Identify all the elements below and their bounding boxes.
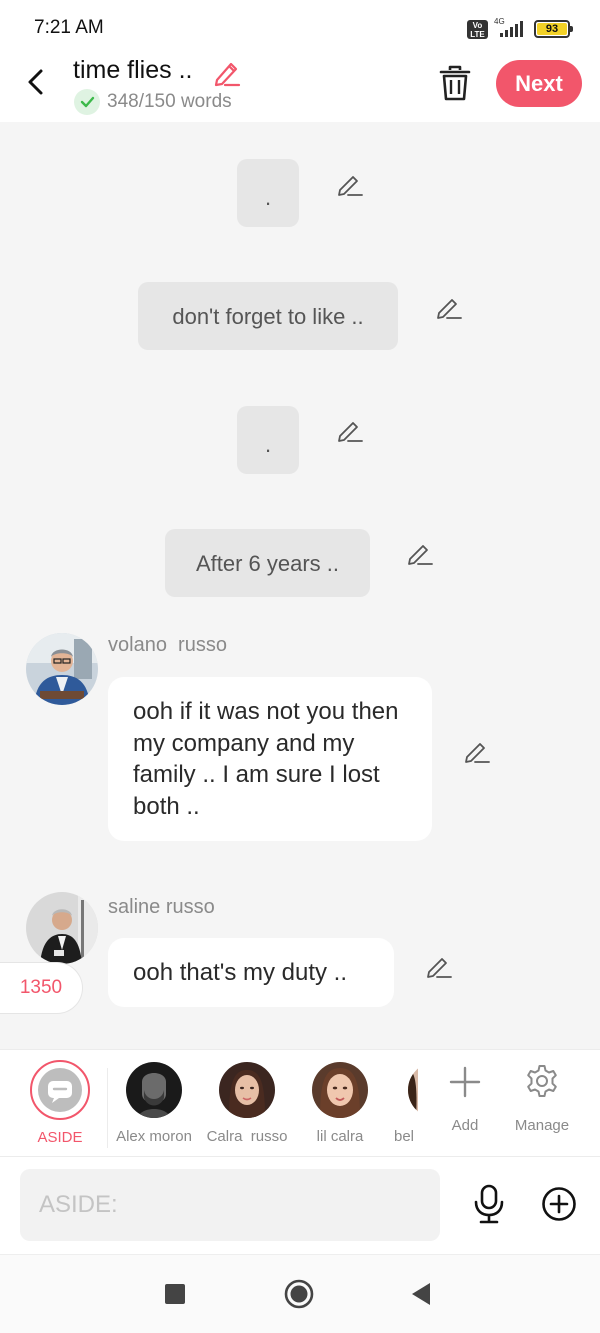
system-nav-bar <box>0 1254 600 1333</box>
avatar <box>126 1062 182 1118</box>
narration-text: . <box>264 432 272 457</box>
status-icons: Vo LTE 4G 93 <box>467 17 573 40</box>
narration-text: don't forget to like .. <box>172 304 364 329</box>
character-name: Alex moron <box>116 1128 192 1145</box>
edit-pencil-icon[interactable] <box>336 415 364 443</box>
character-name: bel <box>394 1128 415 1145</box>
chat-bubble-icon <box>48 1081 72 1103</box>
sender-name: saline russo <box>108 896 215 918</box>
narration-text: . <box>264 185 272 210</box>
character-bel[interactable]: bel <box>388 1050 418 1156</box>
message-bubble[interactable]: ooh that's my duty .. <box>108 938 394 1007</box>
chat-area[interactable]: . don't forget to like .. . After 6 year… <box>0 122 600 1049</box>
add-circle-icon[interactable] <box>541 1186 577 1222</box>
edit-pencil-icon[interactable] <box>435 292 463 320</box>
battery-icon: 93 <box>534 20 573 38</box>
narration-bubble[interactable]: don't forget to like .. <box>138 282 398 350</box>
edit-pencil-icon[interactable] <box>425 951 453 979</box>
trash-icon[interactable] <box>438 64 472 102</box>
narration-bubble[interactable]: After 6 years .. <box>165 529 370 597</box>
signal-icon: 4G <box>494 17 528 39</box>
narration-bubble[interactable]: . <box>237 406 299 474</box>
character-name: lil calra <box>316 1128 364 1145</box>
back-arrow-icon[interactable] <box>22 66 52 98</box>
back-triangle-icon[interactable] <box>410 1281 432 1307</box>
microphone-icon[interactable] <box>472 1184 506 1224</box>
status-time: 7:21 AM <box>34 17 104 38</box>
character-name: ASIDE <box>37 1129 83 1146</box>
volte-icon: Vo LTE <box>467 19 488 39</box>
battery-level: 93 <box>537 23 567 35</box>
avatar <box>219 1062 275 1118</box>
edit-pencil-icon[interactable] <box>406 538 434 566</box>
count-badge[interactable]: 1350 <box>0 962 83 1014</box>
avatar <box>408 1062 418 1118</box>
narration-text: After 6 years .. <box>195 551 340 576</box>
avatar[interactable] <box>26 892 98 964</box>
plus-icon <box>449 1066 481 1098</box>
character-lil-calra[interactable]: lil calra <box>295 1050 385 1156</box>
character-selector: ASIDE Alex moron Calra russo lil calra b… <box>0 1049 600 1157</box>
avatar[interactable] <box>26 633 98 705</box>
gear-icon <box>527 1065 557 1097</box>
sender-name: volano russo <box>108 634 227 656</box>
character-name: Calra russo <box>206 1128 288 1145</box>
divider <box>107 1068 108 1148</box>
word-count: 348/150 words <box>107 91 232 112</box>
manage-label: Manage <box>514 1117 570 1134</box>
next-button[interactable]: Next <box>496 60 582 107</box>
status-bar: 7:21 AM Vo LTE 4G 93 <box>0 0 600 56</box>
message-text: ooh that's my duty .. <box>133 959 348 986</box>
input-bar <box>0 1158 600 1254</box>
edit-title-icon[interactable] <box>211 57 241 87</box>
check-icon <box>74 89 100 115</box>
manage-characters-button[interactable]: Manage <box>497 1050 587 1156</box>
avatar <box>312 1062 368 1118</box>
story-title[interactable]: time flies .. <box>73 56 192 85</box>
edit-pencil-icon[interactable] <box>336 169 364 197</box>
message-input[interactable] <box>20 1169 440 1241</box>
character-calra-russo[interactable]: Calra russo <box>202 1050 292 1156</box>
message-text: ooh if it was not you then my company an… <box>133 698 399 820</box>
message-bubble[interactable]: ooh if it was not you then my company an… <box>108 677 432 841</box>
character-aside[interactable]: ASIDE <box>15 1050 105 1156</box>
aside-avatar <box>30 1060 90 1120</box>
narration-bubble[interactable]: . <box>237 159 299 227</box>
home-icon[interactable] <box>284 1279 314 1309</box>
story-header: time flies .. 348/150 words Next <box>0 56 600 122</box>
recent-apps-icon[interactable] <box>165 1284 185 1304</box>
character-alex-moron[interactable]: Alex moron <box>109 1050 199 1156</box>
edit-pencil-icon[interactable] <box>463 736 491 764</box>
